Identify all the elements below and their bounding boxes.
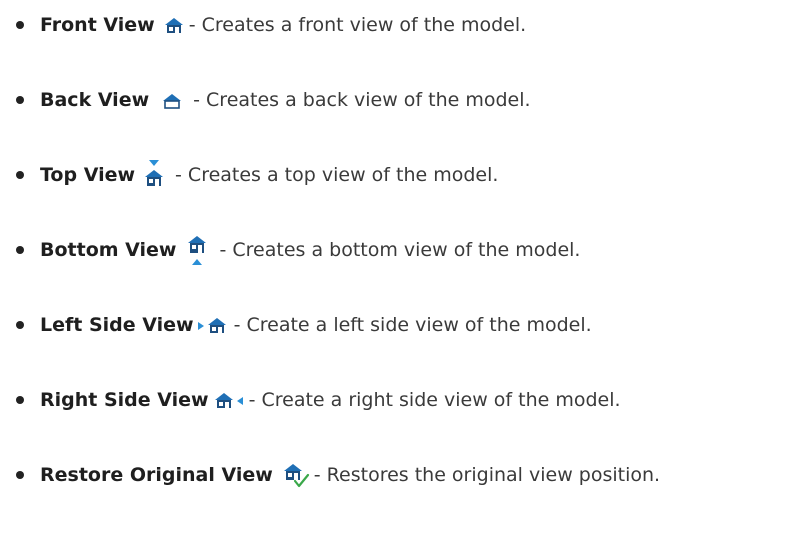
bullet	[16, 96, 24, 104]
list-item-top-view: Top View - Creates a top view of the mod…	[0, 155, 799, 195]
item-name: Right Side View	[40, 389, 209, 411]
list-item-back-view: Back View - Creates a back view of the m…	[0, 80, 799, 120]
item-name: Top View	[40, 164, 136, 186]
item-name: Front View	[40, 14, 155, 36]
list-item-front-view: Front View - Creates a front view of the…	[0, 5, 799, 45]
item-name: Restore Original View	[40, 464, 273, 486]
bullet	[16, 171, 24, 179]
list-item-restore-original-view: Restore Original View - Restores the ori…	[0, 455, 799, 495]
bullet	[16, 396, 24, 404]
bullet	[16, 21, 24, 29]
bullet	[16, 321, 24, 329]
item-description: - Creates a front view of the model.	[188, 14, 527, 36]
item-description: - Creates a bottom view of the model.	[219, 239, 581, 261]
house-restore-icon	[282, 462, 310, 488]
item-description: - Creates a back view of the model.	[193, 89, 531, 111]
item-description: - Creates a top view of the model.	[175, 164, 499, 186]
house-front-icon	[163, 14, 185, 36]
item-description: - Create a left side view of the model.	[233, 314, 592, 336]
house-back-icon	[161, 89, 183, 111]
item-description: - Restores the original view position.	[313, 464, 661, 486]
item-name: Bottom View	[40, 239, 177, 261]
house-bottom-icon	[186, 234, 208, 266]
house-top-icon	[143, 160, 165, 190]
item-name: Left Side View	[40, 314, 194, 336]
bullet	[16, 246, 24, 254]
list-item-right-side-view: Right Side View - Create a right side vi…	[0, 380, 799, 420]
list-item-bottom-view: Bottom View - Creates a bottom view of t…	[0, 230, 799, 270]
house-left-side-icon	[197, 314, 230, 336]
bullet	[16, 471, 24, 479]
list-item-left-side-view: Left Side View - Create a left side view…	[0, 305, 799, 345]
house-right-side-icon	[213, 389, 245, 411]
item-name: Back View	[40, 89, 150, 111]
item-description: - Create a right side view of the model.	[248, 389, 621, 411]
